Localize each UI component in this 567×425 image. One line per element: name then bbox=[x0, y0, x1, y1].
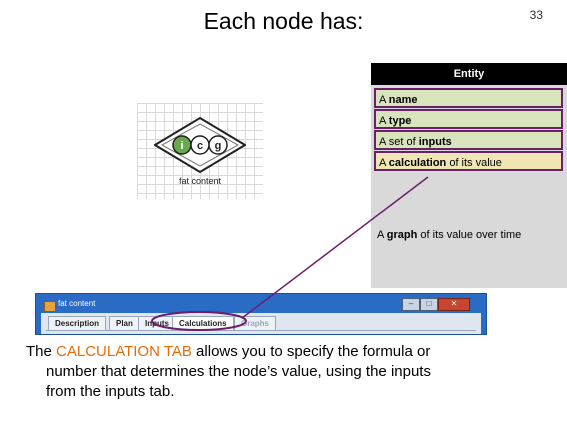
caption-line2: number that determines the node’s value,… bbox=[46, 363, 431, 380]
caption-before: The bbox=[26, 343, 57, 360]
caption-line3: from the inputs tab. bbox=[46, 383, 175, 400]
caption-highlight: CALCULATION TAB bbox=[56, 343, 192, 360]
caption-line1: allows you to specify the formula or bbox=[191, 343, 431, 360]
caption: The CALCULATION TAB allows you to specif… bbox=[26, 342, 526, 402]
callout-line bbox=[241, 176, 429, 319]
calculations-tab-highlight bbox=[151, 311, 247, 331]
